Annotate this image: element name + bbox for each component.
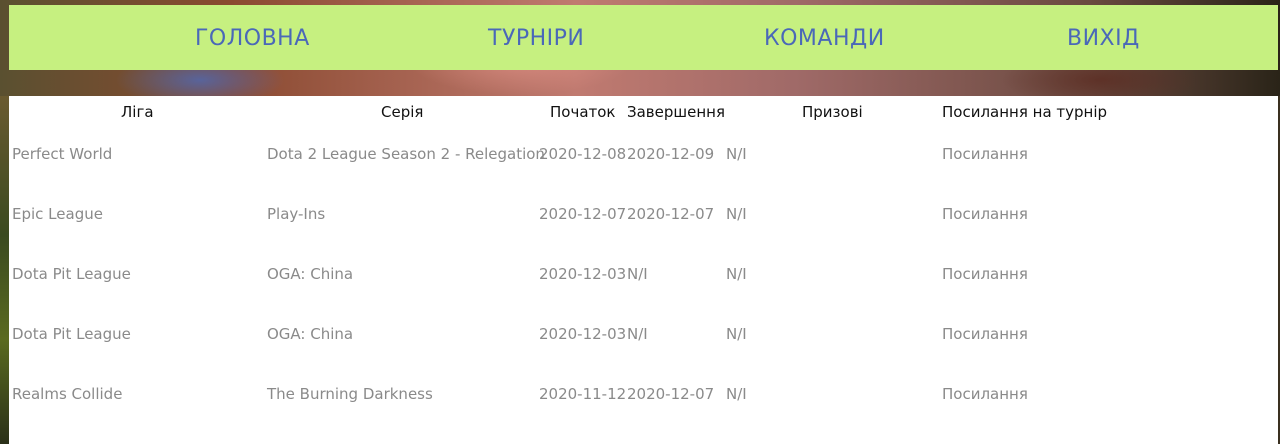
cell-end: 2020-12-09 xyxy=(627,145,715,163)
header-link: Посилання на турнір xyxy=(942,103,1108,121)
header-league: Ліга xyxy=(121,103,154,121)
cell-series: OGA: China xyxy=(267,325,354,343)
table-row: Perfect World Dota 2 League Season 2 - R… xyxy=(9,144,1278,168)
header-prize: Призові xyxy=(802,103,863,121)
cell-start: 2020-12-07 xyxy=(539,205,627,223)
tournament-link[interactable]: Посилання xyxy=(942,264,1028,284)
header-series: Серія xyxy=(381,103,424,121)
nav-home-link[interactable]: ГОЛОВНА xyxy=(195,25,310,53)
cell-prize: N/I xyxy=(726,145,747,163)
cell-prize: N/I xyxy=(726,205,747,223)
cell-start: 2020-12-03 xyxy=(539,265,627,283)
cell-prize: N/I xyxy=(726,325,747,343)
table-row: Realms Collide The Burning Darkness 2020… xyxy=(9,384,1278,408)
tournament-link[interactable]: Посилання xyxy=(942,204,1028,224)
table-row: Dota Pit League OGA: China 2020-12-03 N/… xyxy=(9,324,1278,348)
cell-start: 2020-11-12 xyxy=(539,385,627,403)
cell-league: Perfect World xyxy=(12,145,113,163)
cell-end: 2020-12-07 xyxy=(627,385,715,403)
cell-end: N/I xyxy=(627,265,648,283)
tournaments-table: Ліга Серія Початок Завершення Призові По… xyxy=(9,96,1278,444)
top-navbar: ГОЛОВНА ТУРНІРИ КОМАНДИ ВИХІД xyxy=(9,5,1278,70)
cell-start: 2020-12-08 xyxy=(539,145,627,163)
cell-series: OGA: China xyxy=(267,265,354,283)
background-art-left xyxy=(0,96,9,444)
cell-league: Realms Collide xyxy=(12,385,123,403)
cell-prize: N/I xyxy=(726,265,747,283)
nav-logout-link[interactable]: ВИХІД xyxy=(1067,25,1140,53)
table-row: Dota Pit League OGA: China 2020-12-03 N/… xyxy=(9,264,1278,288)
cell-league: Dota Pit League xyxy=(12,265,131,283)
cell-league: Epic League xyxy=(12,205,103,223)
table-row: Epic League Play-Ins 2020-12-07 2020-12-… xyxy=(9,204,1278,228)
cell-series: Dota 2 League Season 2 - Relegation xyxy=(267,145,545,163)
cell-prize: N/I xyxy=(726,385,747,403)
tournament-link[interactable]: Посилання xyxy=(942,324,1028,344)
header-end: Завершення xyxy=(627,103,725,121)
cell-start: 2020-12-03 xyxy=(539,325,627,343)
tournament-link[interactable]: Посилання xyxy=(942,144,1028,164)
tournament-link[interactable]: Посилання xyxy=(942,384,1028,404)
header-start: Початок xyxy=(550,103,616,121)
cell-series: The Burning Darkness xyxy=(267,385,433,403)
cell-end: 2020-12-07 xyxy=(627,205,715,223)
cell-series: Play-Ins xyxy=(267,205,326,223)
cell-league: Dota Pit League xyxy=(12,325,131,343)
nav-teams-link[interactable]: КОМАНДИ xyxy=(764,25,885,53)
cell-end: N/I xyxy=(627,325,648,343)
nav-tournaments-link[interactable]: ТУРНІРИ xyxy=(488,25,584,53)
